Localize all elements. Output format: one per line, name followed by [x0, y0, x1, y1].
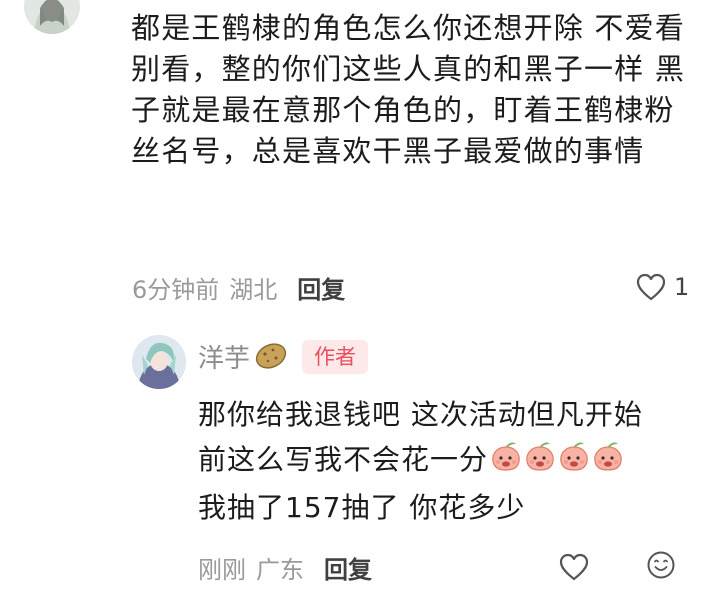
emoji-reaction-button[interactable] — [646, 550, 676, 584]
author-username[interactable]: 洋芋 — [198, 338, 250, 375]
peach-emoji-row — [488, 441, 624, 476]
reply-to-reply-button[interactable]: 回复 — [324, 550, 372, 585]
reply-button[interactable]: 回复 — [297, 270, 345, 305]
peach-emoji — [524, 438, 556, 485]
comment-meta: 6分钟前 湖北 回复 — [132, 270, 345, 305]
reply-header: 洋芋 作者 — [198, 338, 369, 375]
reply-location: 广东 — [256, 556, 304, 584]
reply-time: 刚刚 — [198, 556, 246, 584]
smiley-face-icon — [647, 551, 675, 579]
like-count: 1 — [674, 273, 690, 301]
comment-location: 湖北 — [229, 276, 278, 304]
reply-line-1: 那你给我退钱吧 这次活动但凡开始 — [198, 398, 643, 431]
author-avatar[interactable] — [132, 335, 186, 389]
reply-line-3: 我抽了157抽了 你花多少 — [198, 490, 526, 524]
reply-meta: 刚刚 广东 回复 — [198, 550, 372, 585]
author-badge: 作者 — [302, 339, 369, 374]
reply-text: 那你给我退钱吧 这次活动但凡开始 前这么写我不会花一分 我抽了157抽了 你花多… — [198, 392, 698, 530]
comment-time: 6分钟前 — [132, 276, 220, 304]
comment-text: 都是王鹤棣的角色怎么你还想开除 不爱看别看，整的你们这些人真的和黑子一样 黑子就… — [131, 11, 686, 168]
peach-emoji — [592, 438, 624, 485]
peach-emoji — [490, 438, 522, 485]
commenter-avatar[interactable] — [24, 0, 80, 34]
potato-emoji — [254, 340, 288, 374]
peach-emoji — [558, 438, 590, 485]
reply-line-2-text: 前这么写我不会花一分 — [198, 443, 489, 476]
reply-like-button[interactable] — [559, 553, 589, 581]
heart-outline-icon — [636, 273, 666, 301]
heart-outline-icon — [559, 553, 589, 581]
reply-line-2: 前这么写我不会花一分 — [198, 437, 698, 485]
like-button[interactable]: 1 — [636, 273, 689, 301]
